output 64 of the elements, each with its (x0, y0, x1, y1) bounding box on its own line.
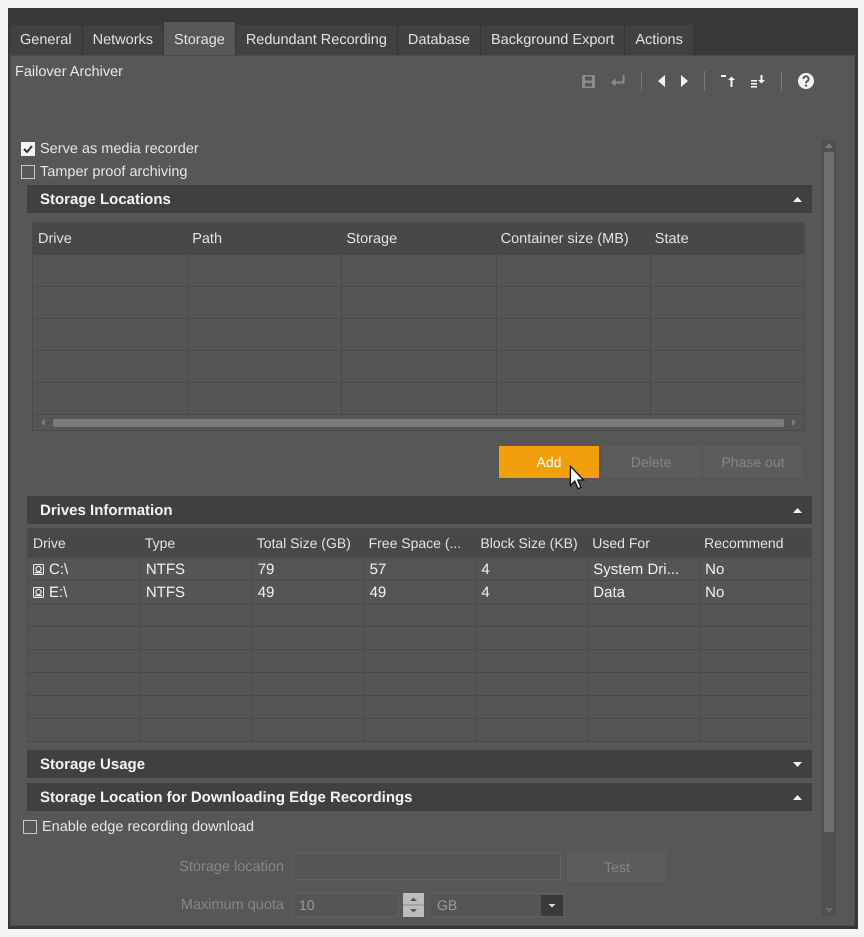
horizontal-scrollbar[interactable] (33, 414, 804, 430)
table-cell: 57 (364, 558, 476, 580)
checkbox[interactable] (21, 164, 35, 178)
table-cell: E:\ (49, 584, 68, 600)
table-cell: C:\ (49, 560, 68, 578)
tab[interactable]: Actions (625, 25, 694, 55)
table-cell: System Dri... (587, 558, 700, 580)
drive-icon (33, 586, 44, 598)
column-header[interactable]: Type (140, 529, 252, 557)
scroll-down-arrow-icon[interactable] (825, 908, 833, 913)
column-header[interactable]: Path (187, 223, 342, 254)
scrollbar-thumb[interactable] (824, 152, 834, 832)
section-header[interactable]: Storage Location for Downloading Edge Recordings (27, 783, 812, 811)
drive-icon (33, 564, 44, 574)
help-icon[interactable] (798, 73, 814, 89)
column-header[interactable]: Total Size (GB) (252, 529, 364, 557)
section-header[interactable]: Storage Usage (27, 750, 812, 778)
table-cell: 4 (475, 581, 588, 603)
vertical-scrollbar[interactable] (822, 140, 836, 916)
section-title: Storage Location for Downloading Edge Recordings (40, 788, 413, 806)
quota-spinner[interactable] (403, 893, 424, 917)
bar-up-arrow-icon[interactable] (721, 75, 735, 87)
column-header[interactable]: Used For (587, 529, 700, 557)
scrollbar-thumb[interactable] (53, 418, 784, 426)
column-header[interactable]: State (650, 223, 804, 254)
column-header[interactable]: Drive (28, 529, 140, 557)
tab[interactable]: General (10, 25, 83, 55)
checkbox-label: Enable edge recording download (42, 818, 254, 834)
column-header[interactable]: Storage (341, 223, 496, 254)
scroll-right-arrow-icon[interactable] (792, 419, 796, 426)
column-header[interactable]: Container size (MB) (496, 223, 650, 254)
table-cell: 49 (364, 581, 476, 603)
tab[interactable]: Background Export (480, 25, 626, 55)
right-triangle-icon[interactable] (681, 75, 688, 87)
table-cell: NTFS (140, 558, 252, 580)
tab[interactable]: Database (398, 25, 481, 55)
table-cell: 49 (252, 581, 364, 603)
scroll-left-arrow-icon[interactable] (41, 419, 45, 426)
left-triangle-icon[interactable] (658, 75, 665, 87)
section-title: Storage Usage (40, 756, 146, 772)
section-title: Storage Locations (40, 190, 171, 208)
checkbox-label: Tamper proof archiving (40, 164, 188, 180)
section-header[interactable]: Drives Information (27, 496, 812, 524)
checkbox-label: Serve as media recorder (40, 140, 199, 156)
table-cell: Data (587, 581, 700, 603)
checkbox[interactable] (23, 820, 37, 834)
column-header[interactable]: Block Size (KB) (475, 529, 588, 557)
table-cell: 4 (475, 558, 588, 580)
tab[interactable]: Redundant Recording (236, 25, 398, 55)
column-header[interactable]: Recommend (699, 529, 811, 557)
table-cell: 79 (252, 558, 364, 580)
column-header[interactable]: Free Space (... (364, 529, 476, 557)
mouse-pointer-icon (569, 465, 585, 490)
section-title: Drives Information (40, 502, 173, 518)
table-cell: No (699, 581, 811, 603)
tab[interactable]: Storage (164, 22, 236, 55)
column-header[interactable]: Drive (33, 223, 188, 254)
table-cell: NTFS (140, 581, 252, 603)
section-header[interactable]: Storage Locations (27, 185, 812, 213)
tab[interactable]: Networks (82, 25, 164, 55)
table-cell: No (699, 558, 811, 580)
list-down-arrow-icon[interactable] (751, 74, 765, 88)
panel-title: Failover Archiver (15, 64, 123, 80)
scroll-up-arrow-icon[interactable] (825, 143, 833, 148)
